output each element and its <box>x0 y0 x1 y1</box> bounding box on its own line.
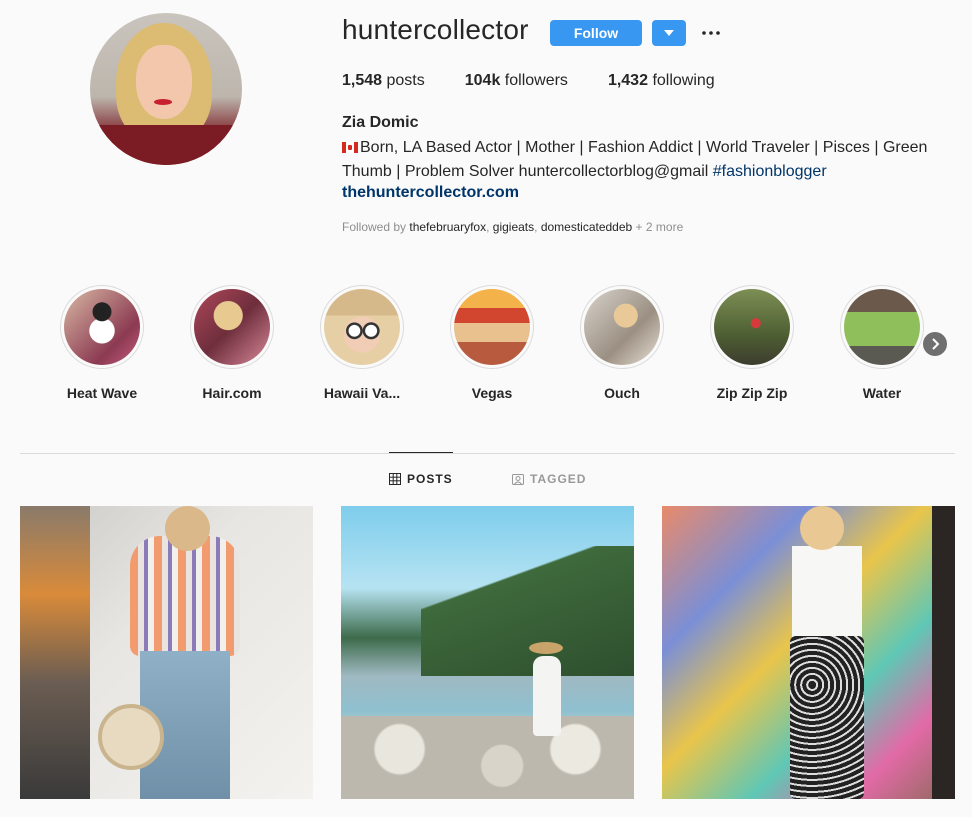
profile-full-name: Zia Domic <box>342 114 419 131</box>
tagged-user-icon <box>512 474 524 485</box>
tab-tagged[interactable]: TAGGED <box>512 472 586 486</box>
follow-button[interactable]: Follow <box>550 20 642 46</box>
highlight-cover <box>454 289 530 365</box>
highlight-item[interactable]: Hair.com <box>172 285 292 401</box>
active-tab-indicator <box>389 452 453 453</box>
highlight-cover <box>324 289 400 365</box>
chevron-right-icon <box>932 338 939 350</box>
highlights-next-button[interactable] <box>923 332 947 356</box>
highlight-cover <box>844 289 920 365</box>
highlight-item[interactable]: Ouch <box>562 285 682 401</box>
profile-stats: 1,548 posts 104k followers 1,432 followi… <box>342 72 755 90</box>
profile-website-link[interactable]: thehuntercollector.com <box>342 184 519 202</box>
profile-bio: Born, LA Based Actor | Mother | Fashion … <box>342 139 928 180</box>
bio-hashtag-link[interactable]: #fashionblogger <box>713 163 827 180</box>
canada-flag-icon <box>342 142 358 153</box>
more-options-button[interactable] <box>700 20 722 46</box>
posts-stat: 1,548 posts <box>342 72 425 89</box>
post-thumbnail[interactable] <box>20 506 313 799</box>
highlight-cover <box>714 289 790 365</box>
suggested-dropdown-button[interactable] <box>652 20 686 46</box>
highlight-item[interactable]: Hawaii Va... <box>302 285 422 401</box>
caret-down-icon <box>664 30 674 36</box>
highlight-item[interactable]: Zip Zip Zip <box>692 285 812 401</box>
ellipsis-icon <box>702 31 720 35</box>
tabs-divider <box>20 453 955 454</box>
following-stat[interactable]: 1,432 following <box>608 72 715 90</box>
highlight-cover <box>64 289 140 365</box>
profile-username: huntercollector <box>342 14 529 45</box>
tab-posts[interactable]: POSTS <box>389 472 453 486</box>
highlight-item[interactable]: Vegas <box>432 285 552 401</box>
highlight-cover <box>194 289 270 365</box>
followers-stat[interactable]: 104k followers <box>465 72 568 90</box>
post-thumbnail[interactable] <box>341 506 634 799</box>
followed-by-text[interactable]: Followed by thefebruaryfox, gigieats, do… <box>342 220 683 234</box>
post-thumbnail[interactable] <box>662 506 955 799</box>
highlight-item[interactable]: Heat Wave <box>42 285 162 401</box>
profile-avatar[interactable] <box>90 13 242 165</box>
grid-icon <box>389 473 401 485</box>
highlight-cover <box>584 289 660 365</box>
